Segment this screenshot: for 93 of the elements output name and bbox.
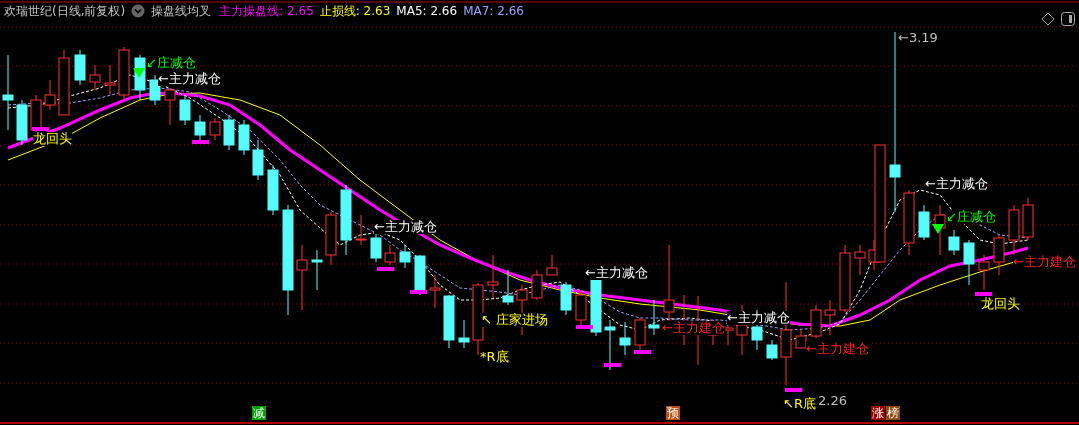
candlestick	[751, 309, 763, 351]
signal-bar	[32, 127, 49, 131]
legend-value: 止损线: 2.63	[319, 2, 391, 20]
candlestick	[296, 244, 308, 311]
candlestick	[575, 289, 587, 326]
candlestick	[399, 244, 411, 269]
chart-annotation: ←主力建仓	[806, 342, 869, 356]
candlestick	[795, 329, 807, 349]
candlestick	[414, 254, 426, 296]
signal-marker: 预	[666, 406, 680, 420]
chart-annotation: ←主力建仓	[1013, 255, 1076, 269]
chart-title: 欢瑞世纪(日线,前复权)	[4, 2, 126, 20]
candlestick	[238, 119, 250, 156]
candlestick	[948, 229, 960, 256]
candlestick	[1022, 197, 1034, 241]
candlestick	[839, 244, 851, 313]
legend-value: MA7: 2.66	[463, 4, 524, 18]
signal-bar	[377, 267, 394, 271]
chart-annotation: ↖ 庄家进场	[481, 313, 549, 327]
candlestick	[546, 254, 558, 276]
down-triangle-icon	[133, 68, 145, 78]
candlestick	[978, 254, 990, 291]
candlestick	[458, 319, 470, 349]
candlestick	[903, 189, 915, 256]
dropdown-icon[interactable]	[131, 4, 146, 18]
legend-value: 主力操盘线: 2.65	[219, 2, 314, 20]
candlestick	[993, 234, 1005, 276]
chart-annotation: ←主力减仓	[374, 220, 437, 234]
candlestick	[429, 274, 441, 309]
candlestick	[648, 299, 660, 336]
candlestick	[164, 87, 176, 126]
candlestick	[634, 317, 646, 351]
chart-annotation: ←主力减仓	[925, 177, 988, 191]
candlestick	[487, 254, 499, 299]
candlestick	[766, 339, 778, 361]
candlestick	[824, 299, 836, 336]
signal-bar	[192, 140, 209, 144]
chart-annotation: ←主力减仓	[158, 72, 221, 86]
candlestick	[44, 79, 56, 111]
candlestick	[252, 139, 264, 181]
candlestick	[963, 239, 975, 286]
candlestick	[604, 319, 616, 371]
candlestick	[74, 49, 86, 86]
signal-marker: 减	[252, 406, 266, 420]
chart-annotation: *R底	[480, 350, 509, 364]
candlestick	[619, 321, 631, 356]
signal-bar	[634, 350, 651, 354]
candlestick	[179, 94, 191, 126]
legend-value: MA5: 2.66	[396, 4, 458, 18]
chart-annotation: 2.26	[818, 394, 847, 408]
chart-annotation: ←主力减仓	[727, 311, 790, 325]
candlestick	[560, 281, 572, 316]
signal-marker: 榜	[886, 406, 900, 420]
candlestick	[134, 54, 146, 101]
candlestick	[267, 164, 279, 216]
candlestick	[223, 114, 235, 151]
diamond-icon[interactable]	[1041, 12, 1055, 26]
chart-annotation: ↙庄减仓	[946, 210, 996, 224]
candlestick	[311, 249, 323, 291]
candlestick	[531, 269, 543, 301]
candlestick	[325, 211, 337, 266]
candlestick	[118, 46, 130, 101]
candlestick	[58, 49, 70, 116]
indicator-name[interactable]: 操盘线均叉	[151, 2, 212, 20]
candlestick	[443, 294, 455, 349]
candlestick	[810, 304, 822, 339]
candlestick	[104, 64, 116, 96]
candlestick	[384, 244, 396, 266]
signal-bar	[410, 290, 427, 294]
panel-toggle-icon[interactable]	[1061, 12, 1075, 26]
signal-bar	[576, 325, 593, 329]
candlestick	[16, 99, 28, 146]
signal-bar	[785, 388, 802, 392]
chart-annotation: ←主力建仓	[662, 321, 725, 335]
candlestick	[340, 184, 352, 256]
chart-annotation: ↙庄减仓	[146, 56, 196, 70]
chart-annotation: ↖R底	[783, 397, 816, 411]
signal-bar	[975, 292, 992, 296]
chart-annotation: 龙回头	[981, 297, 1020, 311]
candlestick	[502, 269, 514, 306]
down-triangle-icon	[932, 224, 944, 234]
candlestick	[194, 114, 206, 141]
candlestick	[355, 214, 367, 246]
candlestick	[89, 64, 101, 91]
signal-bar	[604, 363, 621, 367]
candlestick	[918, 204, 930, 241]
chart-annotation: ←3.19	[898, 31, 938, 45]
signal-marker: 涨	[871, 406, 885, 420]
candlestick	[934, 204, 946, 256]
chart-annotation: 龙回头	[33, 132, 72, 146]
candlestick	[854, 244, 866, 276]
chart-annotation: ←主力减仓	[585, 266, 648, 280]
candlestick	[209, 117, 221, 141]
